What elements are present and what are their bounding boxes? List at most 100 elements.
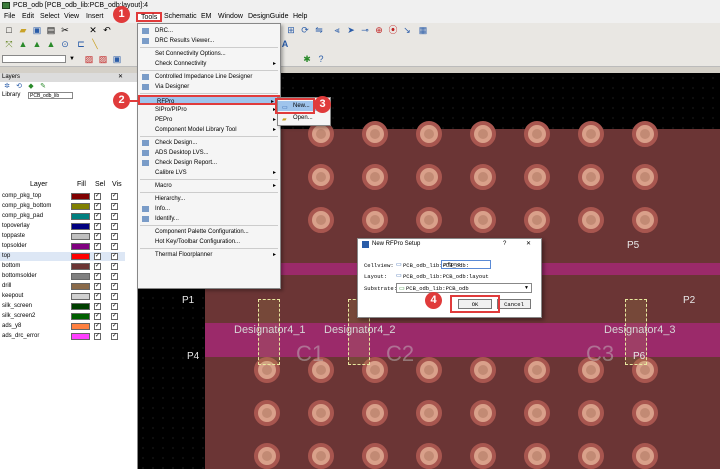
menu-file[interactable]: File — [4, 11, 15, 23]
port-icon[interactable]: ↘ — [402, 25, 412, 35]
layer-vis-checkbox[interactable]: ✓ — [111, 313, 118, 320]
trace-icon[interactable]: ⊸ — [360, 25, 370, 35]
layer-vis-checkbox[interactable]: ✓ — [111, 213, 118, 220]
menu-item-drc-results-viewer[interactable]: DRC Results Viewer... — [138, 36, 280, 46]
pad[interactable] — [308, 400, 334, 426]
menu-item-set-connectivity-options[interactable]: Set Connectivity Options... — [138, 49, 280, 59]
pin-icon[interactable]: ⦿ — [388, 25, 398, 35]
menu-help[interactable]: Help — [293, 11, 307, 23]
layer-sel-checkbox[interactable]: ✓ — [94, 283, 101, 290]
layer-sel-checkbox[interactable]: ✓ — [94, 323, 101, 330]
pad[interactable] — [524, 357, 550, 383]
layer-vis-checkbox[interactable]: ✓ — [111, 273, 118, 280]
menu-item-identify[interactable]: Identify... — [138, 214, 280, 224]
menu-item-open[interactable]: ▰ Open... — [278, 113, 328, 123]
pad[interactable] — [308, 164, 334, 190]
layer-fill-swatch[interactable] — [71, 273, 90, 280]
pad[interactable] — [470, 121, 496, 147]
close-button[interactable]: ✕ — [526, 239, 531, 250]
tools-icon[interactable]: ✱ — [302, 54, 312, 64]
pad[interactable] — [632, 164, 658, 190]
help-icon[interactable]: ? — [316, 54, 326, 64]
layer-fill-swatch[interactable] — [71, 253, 90, 260]
layer-row[interactable]: comp_pkg_top ✓ ✓ — [0, 192, 125, 201]
layer-fill-swatch[interactable] — [71, 243, 90, 250]
layer-fill-swatch[interactable] — [71, 213, 90, 220]
menu-item-check-connectivity[interactable]: Check Connectivity ▸ — [138, 59, 280, 69]
pad[interactable] — [362, 207, 388, 233]
help-button[interactable]: ? — [503, 239, 506, 250]
pad[interactable] — [308, 207, 334, 233]
layer-sel-checkbox[interactable]: ✓ — [94, 233, 101, 240]
move-icon[interactable]: ⤧ — [4, 39, 14, 49]
pad[interactable] — [416, 400, 442, 426]
layer-fill-swatch[interactable] — [71, 313, 90, 320]
layer-vis-icon[interactable]: ▨ — [98, 54, 108, 64]
layer-row[interactable]: bottomsolder ✓ ✓ — [0, 272, 125, 281]
close-icon[interactable]: ✕ — [118, 73, 123, 80]
save-icon[interactable]: ▣ — [32, 25, 42, 35]
layer-row[interactable]: keepout ✓ ✓ — [0, 292, 125, 301]
pad[interactable] — [578, 164, 604, 190]
pad[interactable] — [632, 121, 658, 147]
menu-item-check-design[interactable]: Check Design... — [138, 138, 280, 148]
menu-item-rfpro[interactable]: RFPro ▸ — [138, 95, 280, 105]
menu-item-controlled-impedance-line-designer[interactable]: Controlled Impedance Line Designer — [138, 72, 280, 82]
pad[interactable] — [524, 400, 550, 426]
layer-fill-swatch[interactable] — [71, 203, 90, 210]
layer-vis-checkbox[interactable]: ✓ — [111, 263, 118, 270]
pad[interactable] — [416, 207, 442, 233]
pad[interactable] — [524, 164, 550, 190]
menu-insert[interactable]: Insert — [86, 11, 104, 23]
layer-vis-checkbox[interactable]: ✓ — [111, 333, 118, 340]
menu-tools[interactable]: Tools — [136, 12, 163, 22]
menu-view[interactable]: View — [64, 11, 79, 23]
pad[interactable] — [632, 443, 658, 469]
menu-item-hierarchy[interactable]: Hierarchy... — [138, 194, 280, 204]
pad[interactable] — [524, 207, 550, 233]
align-icon[interactable]: ⫷ — [332, 25, 342, 35]
pad[interactable] — [578, 400, 604, 426]
layer-sel-checkbox[interactable]: ✓ — [94, 213, 101, 220]
pad[interactable] — [470, 357, 496, 383]
menu-item-via-designer[interactable]: Via Designer — [138, 82, 280, 92]
text-tool-icon[interactable]: A — [280, 39, 290, 49]
pad[interactable] — [524, 443, 550, 469]
layer-row[interactable]: comp_pkg_pad ✓ ✓ — [0, 212, 125, 221]
cancel-button[interactable]: Cancel — [497, 299, 531, 309]
mirror-icon[interactable]: ⇋ — [314, 25, 324, 35]
new-file-icon[interactable]: □ — [4, 25, 14, 35]
layer-vis-checkbox[interactable]: ✓ — [111, 283, 118, 290]
layer-row[interactable]: topoverlay ✓ ✓ — [0, 222, 125, 231]
layer-row[interactable]: bottom ✓ ✓ — [0, 262, 125, 271]
layer-vis-checkbox[interactable]: ✓ — [111, 223, 118, 230]
layer-sel-checkbox[interactable]: ✓ — [94, 263, 101, 270]
layer-dropdown[interactable] — [2, 55, 66, 63]
pad[interactable] — [416, 443, 442, 469]
pad[interactable] — [578, 121, 604, 147]
layer-row[interactable]: top ✓ ✓ — [0, 252, 125, 261]
menu-item-hot-key-toolbar-configuration[interactable]: Hot Key/Toolbar Configuration... — [138, 237, 280, 247]
layer-vis-checkbox[interactable]: ✓ — [111, 243, 118, 250]
pad[interactable] — [416, 164, 442, 190]
pad[interactable] — [470, 400, 496, 426]
pad[interactable] — [524, 121, 550, 147]
layer-fill-swatch[interactable] — [71, 263, 90, 270]
layer-vis-checkbox[interactable]: ✓ — [111, 233, 118, 240]
undo-icon[interactable]: ↶ — [102, 25, 112, 35]
gap-icon[interactable]: ⊙ — [60, 39, 70, 49]
layer-fill-swatch[interactable] — [71, 283, 90, 290]
pad[interactable] — [254, 443, 280, 469]
layer-sel-checkbox[interactable]: ✓ — [94, 193, 101, 200]
pad[interactable] — [470, 207, 496, 233]
cut-icon[interactable]: ✂ — [60, 25, 70, 35]
rotate-icon[interactable]: ⟳ — [300, 25, 310, 35]
route-icon[interactable]: ➤ — [346, 25, 356, 35]
layer-row[interactable]: drill ✓ ✓ — [0, 282, 125, 291]
pad[interactable] — [254, 400, 280, 426]
pad[interactable] — [362, 121, 388, 147]
pad[interactable] — [578, 443, 604, 469]
menu-item-component-model-library-tool[interactable]: Component Model Library Tool ▸ — [138, 125, 280, 135]
pad[interactable] — [308, 443, 334, 469]
grid-icon[interactable]: ▦ — [418, 25, 428, 35]
